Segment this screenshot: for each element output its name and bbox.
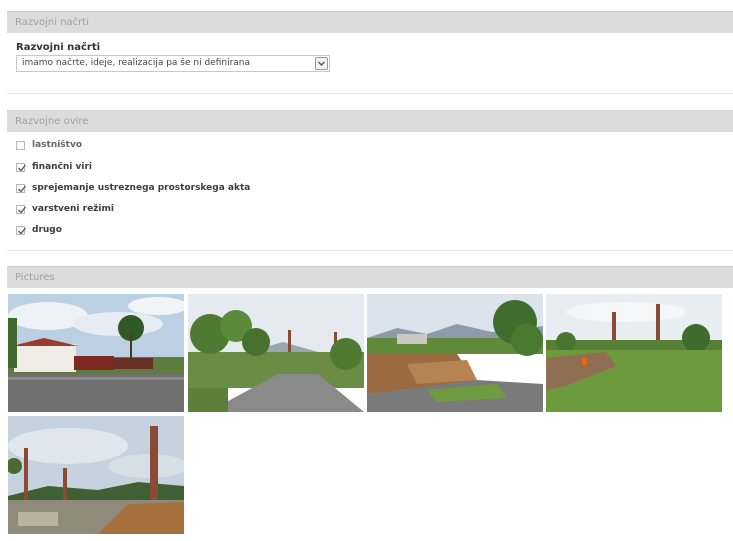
check-icon — [18, 206, 27, 213]
checkbox[interactable] — [16, 162, 27, 172]
checkbox[interactable] — [16, 140, 25, 150]
development-plans-select-value: imamo načrte, ideje, realizacija pa še n… — [22, 58, 251, 68]
site-photo-4[interactable] — [546, 294, 722, 412]
site-photo-3[interactable] — [367, 294, 543, 412]
barrier-item-finance[interactable]: finančni viri — [16, 160, 92, 174]
pictures-header: Pictures — [7, 266, 733, 288]
barrier-label: finančni viri — [32, 162, 92, 172]
site-photo-5[interactable] — [8, 416, 184, 534]
section-divider — [7, 250, 733, 251]
site-photo-1[interactable] — [8, 294, 184, 412]
checkbox[interactable] — [16, 204, 27, 214]
check-icon — [18, 227, 27, 234]
development-barriers-header: Razvojne ovire — [7, 110, 733, 132]
barrier-item-protection-regimes[interactable]: varstveni režimi — [16, 202, 114, 216]
development-plans-label: Razvojni načrti — [16, 42, 101, 53]
check-icon — [18, 185, 27, 192]
development-plans-select[interactable]: imamo načrte, ideje, realizacija pa še n… — [16, 55, 330, 72]
chevron-down-icon[interactable] — [315, 57, 328, 70]
barrier-item-other[interactable]: drugo — [16, 223, 62, 237]
barrier-label: sprejemanje ustreznega prostorskega akta — [32, 183, 251, 193]
check-icon — [18, 164, 27, 171]
checkbox[interactable] — [16, 225, 27, 235]
section-divider — [7, 93, 733, 94]
barrier-label: drugo — [32, 225, 62, 235]
barrier-label: lastništvo — [32, 140, 83, 150]
barrier-item-spatial-act[interactable]: sprejemanje ustreznega prostorskega akta — [16, 181, 250, 195]
checkbox[interactable] — [16, 183, 27, 193]
barrier-item-ownership[interactable]: lastništvo — [16, 138, 82, 152]
barrier-label: varstveni režimi — [32, 204, 114, 214]
site-photo-2[interactable] — [188, 294, 364, 412]
development-plans-header: Razvojni načrti — [7, 11, 733, 33]
